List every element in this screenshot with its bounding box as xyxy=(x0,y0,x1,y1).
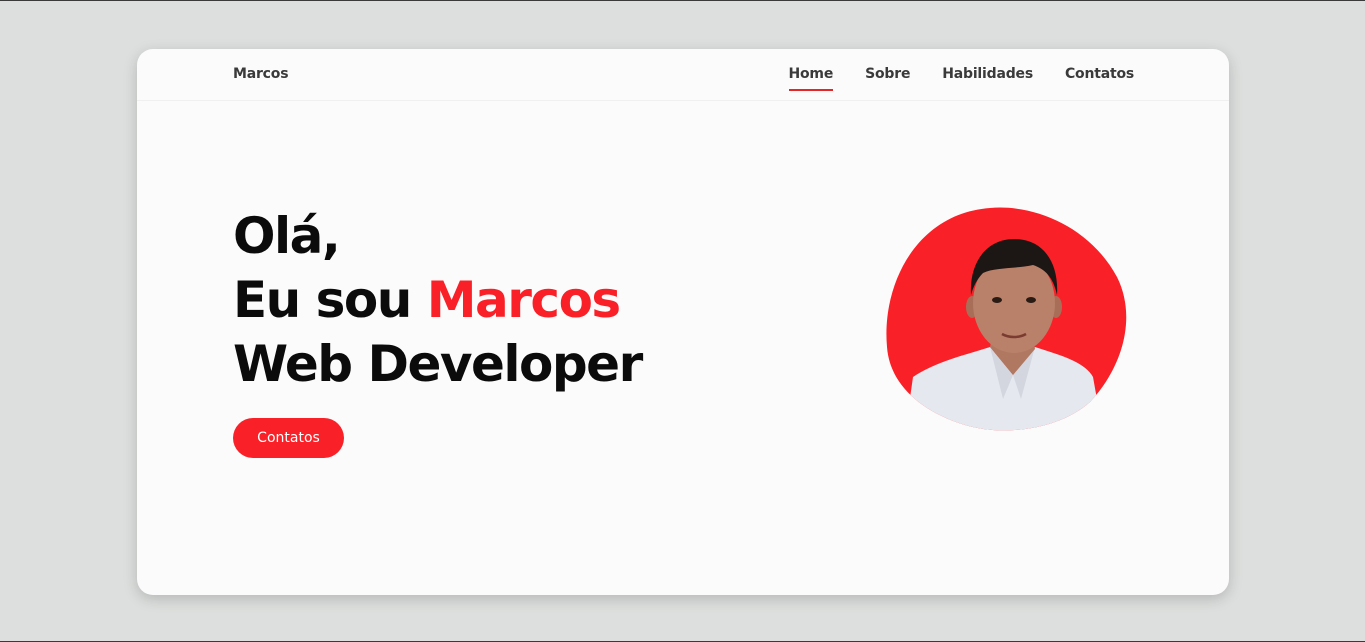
hero-role: Web Developer xyxy=(233,335,643,393)
nav-sobre[interactable]: Sobre xyxy=(865,66,910,82)
logo[interactable]: Marcos xyxy=(233,66,289,82)
hero-intro-prefix: Eu sou xyxy=(233,271,427,329)
nav-contatos[interactable]: Contatos xyxy=(1065,66,1134,82)
hero-intro: Eu sou Marcos xyxy=(233,268,642,332)
page-card: Marcos Home Sobre Habilidades Contatos O… xyxy=(137,49,1229,595)
nav-habilidades[interactable]: Habilidades xyxy=(942,66,1033,82)
contatos-button[interactable]: Contatos xyxy=(233,418,344,458)
hero-name: Marcos xyxy=(426,271,621,329)
site-header: Marcos Home Sobre Habilidades Contatos xyxy=(137,49,1229,101)
hero-greeting: Olá, xyxy=(233,207,341,265)
nav-home[interactable]: Home xyxy=(788,66,833,91)
main-nav: Home Sobre Habilidades Contatos xyxy=(788,66,1134,91)
portrait-photo-icon xyxy=(886,207,1127,431)
hero-heading: Olá, Eu sou Marcos Web Developer xyxy=(233,204,643,396)
profile-photo xyxy=(885,207,1130,433)
